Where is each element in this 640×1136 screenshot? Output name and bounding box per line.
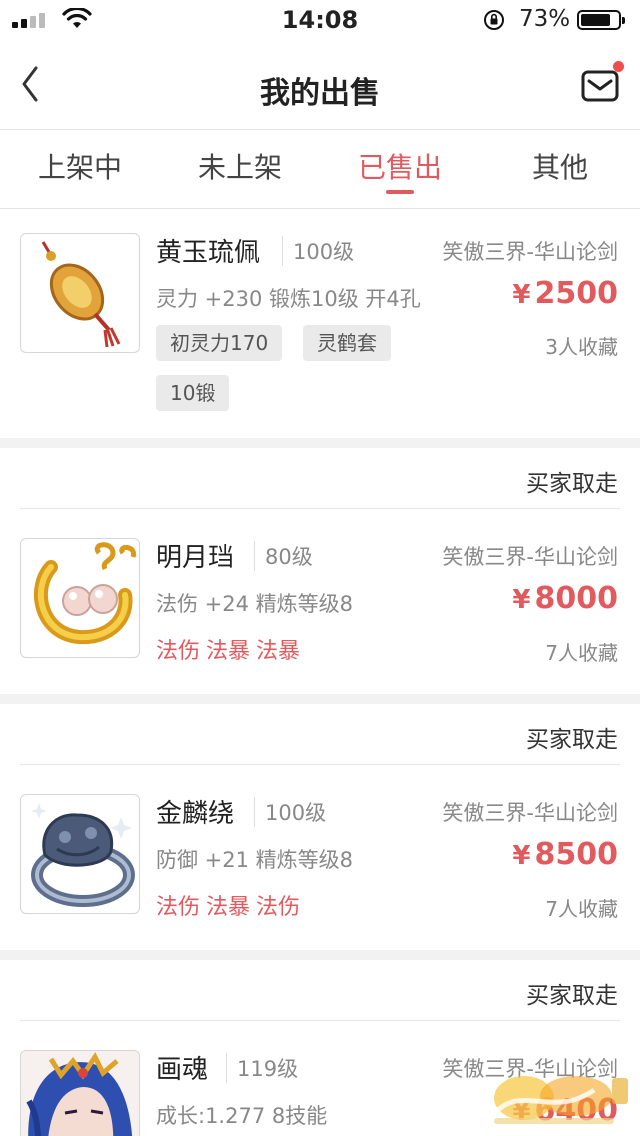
item-level: 80级 [254,541,313,571]
section-separator [0,438,640,448]
item-thumbnail [20,233,140,353]
item-price: ¥2500 [512,276,618,311]
list-item[interactable]: 黄玉琉佩 100级 笑傲三界-华山论剑 灵力 +230 锻炼10级 开4孔 ¥2… [0,210,640,438]
list-item[interactable]: 买家取走 金麟绕 100级 笑傲三界-华山论剑 防御 +21 精炼等级8 ¥85… [0,704,640,950]
page-title: 我的出售 [260,76,380,111]
list-item[interactable]: 买家取走 明月珰 80级 笑傲三界-华山论剑 法伤 +24 精炼等级8 ¥800… [0,448,640,694]
battery-icon [577,10,625,30]
buyer-status: 买家取走 [526,471,618,497]
item-stats: 防御 +21 精炼等级8 [156,848,354,872]
battery-percent: 73% [519,6,571,32]
item-stats: 灵力 +230 锻炼10级 开4孔 [156,287,421,311]
item-favorites: 3人收藏 [545,335,618,359]
mail-button[interactable] [580,66,620,106]
attribute-label: 法伤 [156,895,201,920]
item-level: 100级 [282,236,354,266]
item-level: 119级 [226,1053,298,1083]
item-favorites: 7人收藏 [545,897,618,921]
item-server: 笑傲三界-华山论剑 [442,545,618,569]
item-thumbnail [20,538,140,658]
item-name: 画魂 [156,1055,209,1085]
item-price: ¥8000 [512,581,618,616]
item-tag: 初灵力170 [156,325,283,361]
status-bar: 14:08 73% [0,0,640,40]
character-portrait-icon [21,1051,139,1136]
divider [20,764,620,765]
tab-sold[interactable]: 已售出 [320,130,480,208]
item-thumbnail [20,794,140,914]
divider [20,508,620,509]
item-server: 笑傲三界-华山论剑 [442,240,618,264]
item-price: ¥8500 [512,837,618,872]
item-stats: 法伤 +24 精炼等级8 [156,592,354,616]
item-level: 100级 [254,797,326,827]
section-separator [0,694,640,704]
attribute-label: 法暴 [256,639,301,664]
tab-listed[interactable]: 上架中 [0,130,160,208]
qilin-ring-icon [31,803,135,907]
tab-unlisted[interactable]: 未上架 [160,130,320,208]
attribute-label: 法伤 [156,639,201,664]
item-tag: 10锻 [156,375,230,411]
divider [20,1020,620,1021]
item-favorites: 7人收藏 [545,641,618,665]
item-tag: 灵鹤套 [303,325,391,361]
item-name: 金麟绕 [156,799,235,829]
jade-pendant-icon [41,241,121,348]
mail-icon [581,70,619,102]
nav-bar: 我的出售 [0,40,640,130]
item-server: 笑傲三界-华山论剑 [442,801,618,825]
attribute-label: 法伤 [256,895,301,920]
item-attributes: 法伤 法暴 法伤 [156,889,306,921]
buyer-status: 买家取走 [526,727,618,753]
buyer-status: 买家取走 [526,983,618,1009]
item-stats: 成长:1.277 8技能 [156,1104,328,1128]
item-name: 明月珰 [156,543,235,573]
item-name: 黄玉琉佩 [156,238,261,268]
tab-bar: 上架中 未上架 已售出 其他 [0,130,640,209]
item-attributes: 法伤 法暴 法暴 [156,633,306,665]
attribute-label: 法暴 [206,895,251,920]
tab-other[interactable]: 其他 [480,130,640,208]
pearl-earring-icon [33,542,136,645]
section-separator [0,950,640,960]
orientation-lock-icon [484,10,504,30]
item-thumbnail [20,1050,140,1136]
unread-dot [613,61,624,72]
attribute-label: 法暴 [206,639,251,664]
active-tab-indicator [386,190,414,194]
site-watermark-logo [494,1076,628,1124]
